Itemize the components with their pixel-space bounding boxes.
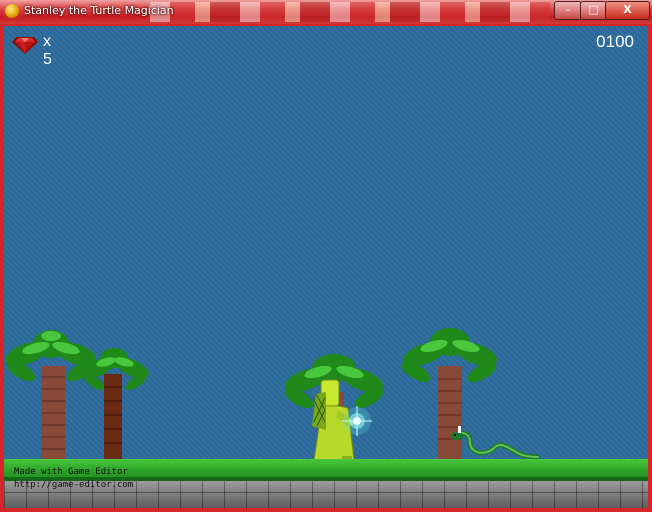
palm-tree	[6, 330, 96, 461]
ruby-gem-icon	[12, 37, 38, 54]
maximize-button[interactable]: □	[580, 1, 607, 20]
app-icon	[5, 4, 19, 18]
title-bar[interactable]: Stanley the Turtle Magician – □ X	[0, 0, 652, 24]
lives-count: x 5	[43, 33, 52, 68]
window-title: Stanley the Turtle Magician	[24, 4, 174, 17]
minimize-button[interactable]: –	[554, 1, 582, 20]
palm-tree	[84, 348, 149, 461]
game-window: Stanley the Turtle Magician – □ X x 5 01…	[0, 0, 652, 512]
stone-divider	[4, 492, 648, 493]
made-with-credit: Made with Game Editor	[14, 467, 128, 477]
snake-enemy	[451, 426, 540, 460]
score: 0100	[596, 32, 634, 51]
magic-sparkle-icon	[342, 406, 372, 436]
website-credit: http://game-editor.com	[14, 480, 134, 490]
game-canvas[interactable]: x 5 0100 Made with Game Editor http://ga…	[4, 26, 648, 508]
close-button[interactable]: X	[605, 1, 650, 20]
titlebar-background	[150, 2, 550, 22]
